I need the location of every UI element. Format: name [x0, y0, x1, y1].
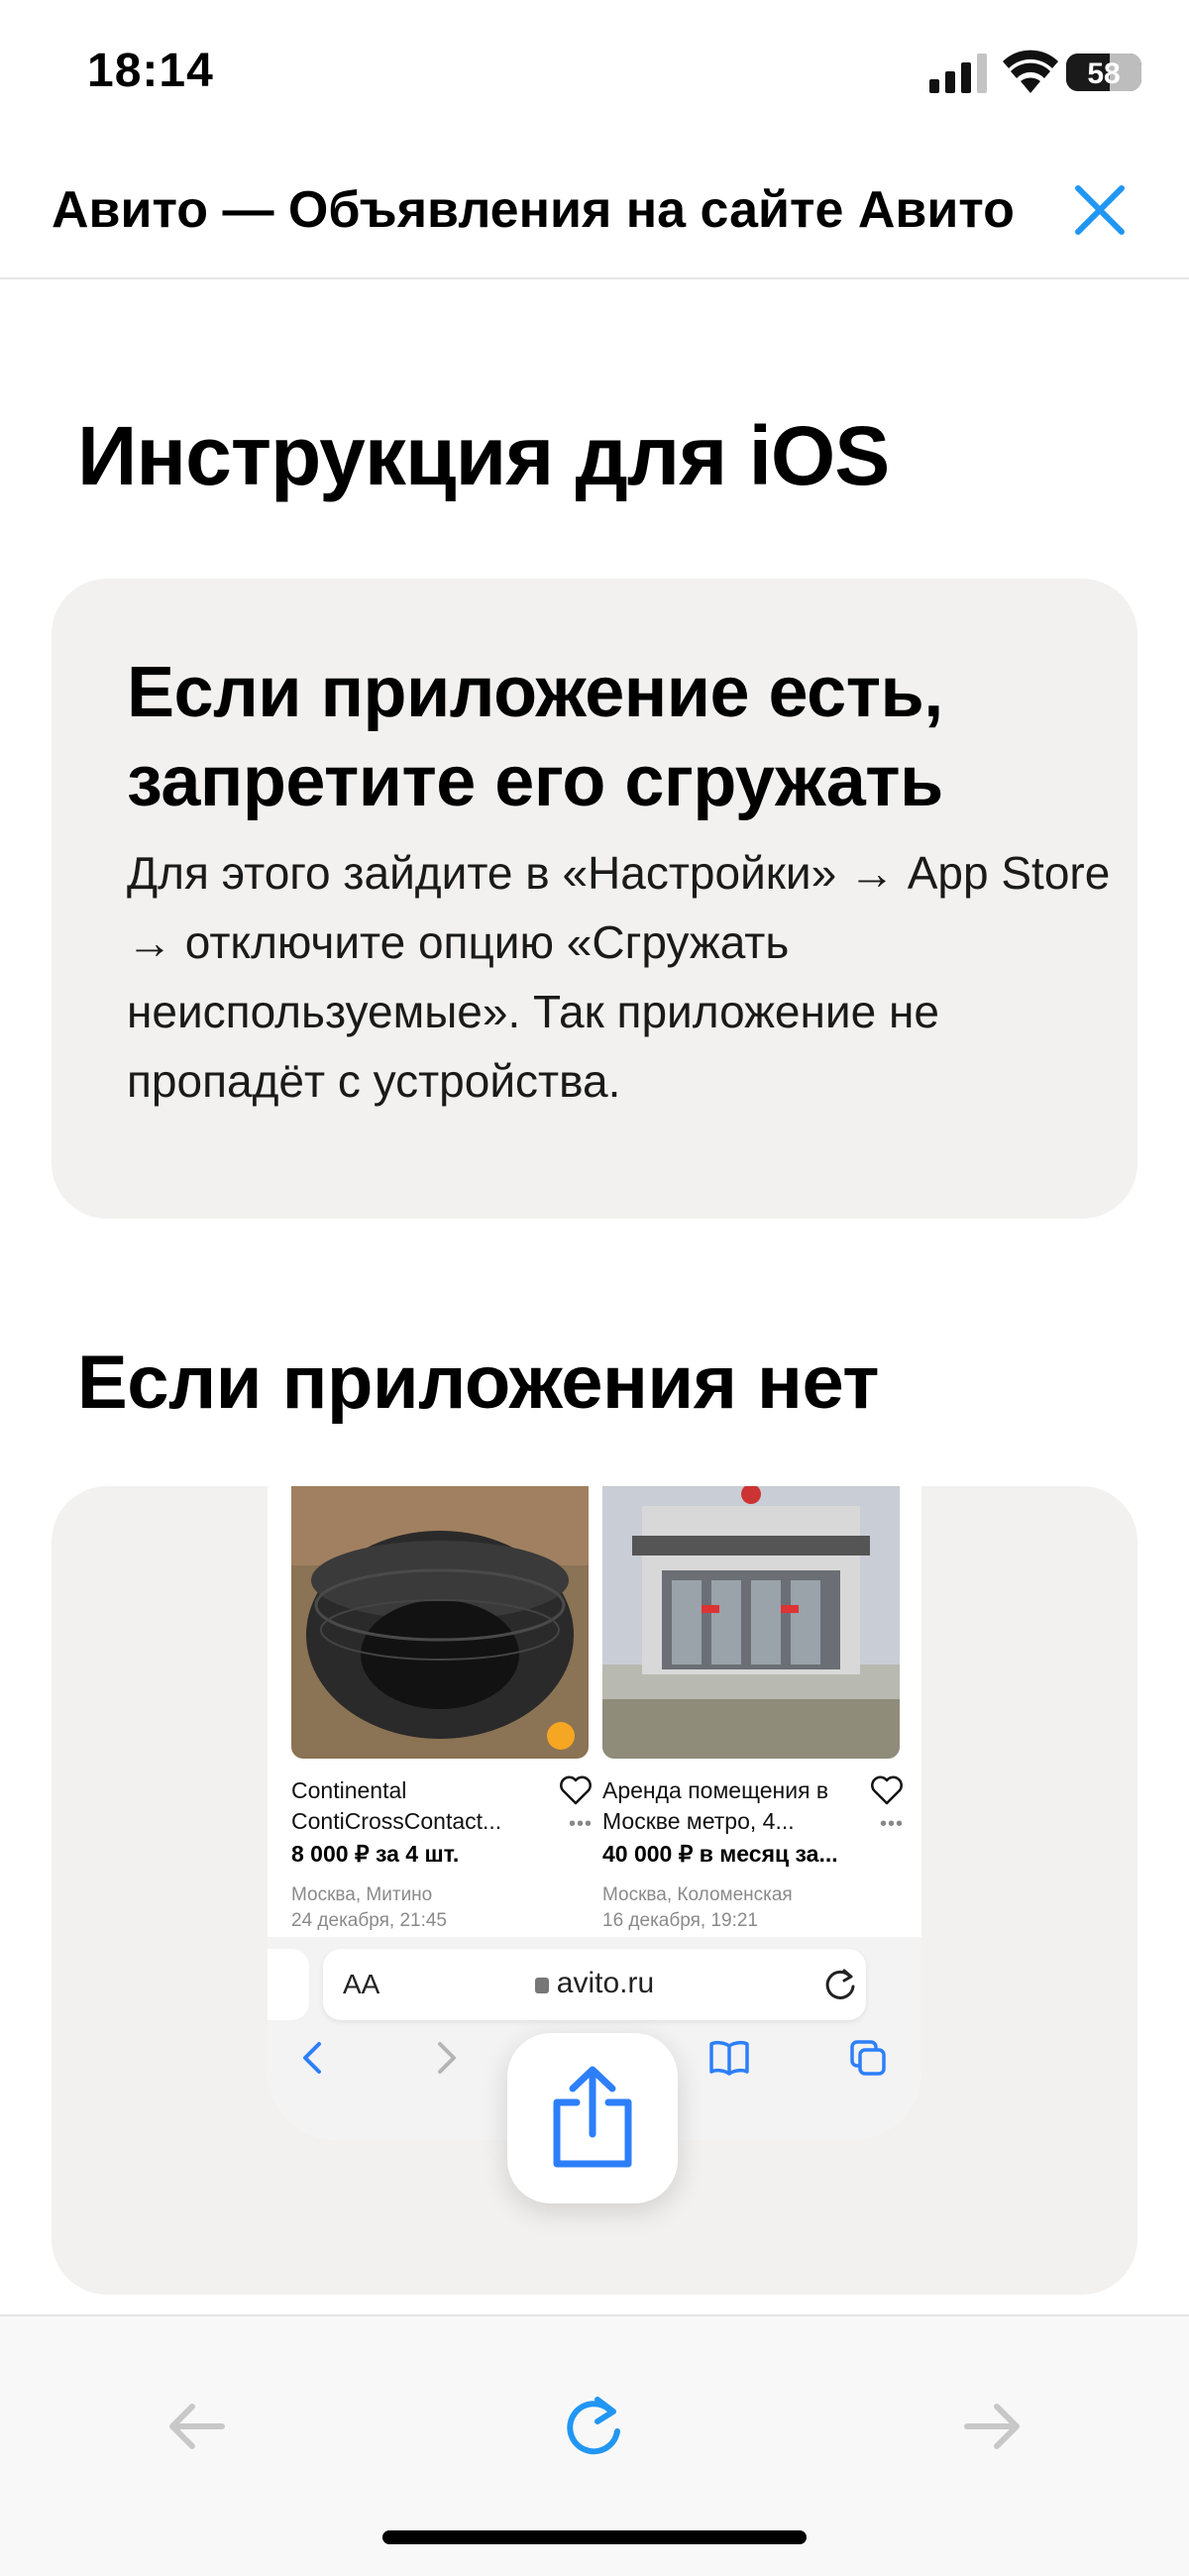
listing-title: Continental ContiCrossContact...: [291, 1777, 502, 1834]
more-dots-icon: •••: [880, 1813, 905, 1835]
share-button-illustration: [507, 2033, 678, 2203]
battery-percent: 58: [1087, 57, 1121, 90]
listing-location: Москва, Митино: [291, 1884, 433, 1905]
listing-title: Аренда помещения в Москве метро, 4...: [602, 1777, 829, 1834]
bookmarks-icon: [709, 2040, 749, 2076]
web-content: Инструкция для iOS Если приложение есть,…: [0, 279, 1189, 2312]
webview-header: Авито — Объявления на сайте Авито: [0, 139, 1189, 279]
listing-location: Москва, Коломенская: [602, 1884, 793, 1905]
instructions-heading: Инструкция для iOS: [77, 409, 890, 502]
listing-date: 16 декабря, 19:21: [602, 1910, 758, 1931]
arrow-left-icon[interactable]: [162, 2392, 232, 2461]
install-illustration-card: Continental ContiCrossContact... ••• 8 0…: [52, 1486, 1137, 2295]
battery-icon: 58: [1066, 54, 1141, 91]
no-app-heading: Если приложения нет: [77, 1341, 879, 1425]
lock-icon: [534, 1978, 549, 1993]
more-dots-icon: •••: [569, 1813, 594, 1835]
favorite-heart-icon: [560, 1775, 592, 1805]
home-indicator: [382, 2530, 807, 2544]
page-title: Авито — Объявления на сайте Авито: [52, 181, 1015, 239]
wifi-icon: [1003, 50, 1058, 93]
share-icon: [553, 2066, 632, 2168]
status-time: 18:14: [87, 45, 214, 97]
offload-card: Если приложение есть, запретите его сгру…: [52, 579, 1137, 1219]
listing-price: 40 000 ₽ в месяц за...: [602, 1841, 838, 1867]
offload-card-title: Если приложение есть, запретите его сгру…: [127, 653, 943, 821]
url-text: avito.ru: [323, 1967, 866, 2000]
reload-icon[interactable]: [560, 2392, 629, 2461]
safari-forward-icon: [438, 2042, 456, 2074]
safari-back-icon: [303, 2042, 321, 2074]
status-bar: 18:14 58: [0, 0, 1189, 139]
tire-photo: [291, 1486, 589, 1759]
cellular-signal-icon: [929, 54, 987, 93]
tabs-icon: [850, 2040, 886, 2076]
reload-icon: [825, 1969, 855, 1999]
url-value: avito.ru: [556, 1967, 655, 1999]
previous-tab-edge: [268, 1949, 309, 2020]
offload-card-text: Для этого зайдите в «Настройки» → App St…: [127, 847, 1111, 1107]
address-bar: AA avito.ru: [323, 1949, 866, 2020]
arrow-right-icon[interactable]: [957, 2392, 1027, 2461]
building-photo: [602, 1486, 900, 1759]
listing-price: 8 000 ₽ за 4 шт.: [291, 1841, 460, 1867]
close-icon[interactable]: [1068, 178, 1132, 242]
listing-date: 24 декабря, 21:45: [291, 1910, 447, 1931]
favorite-heart-icon: [871, 1775, 903, 1805]
